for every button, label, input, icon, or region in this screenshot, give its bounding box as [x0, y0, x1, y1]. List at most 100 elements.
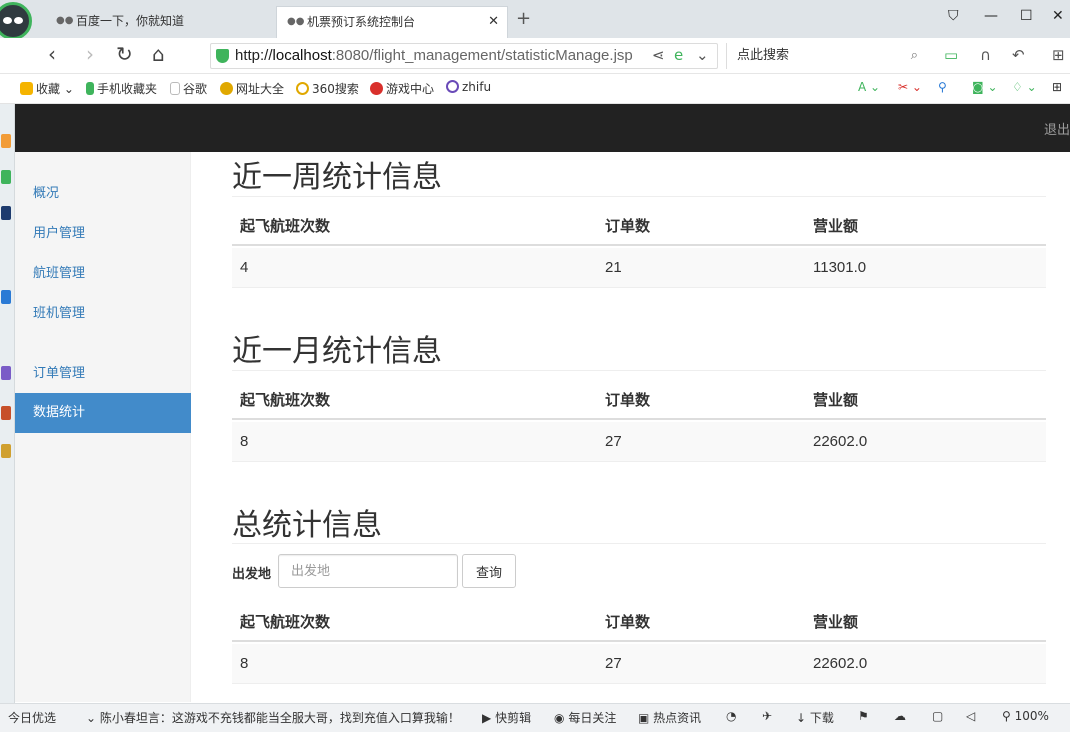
column-header: 营业额 — [813, 613, 859, 631]
menu-icon[interactable]: ⊞ — [1052, 46, 1065, 64]
status-speed-icon[interactable]: ◔ — [726, 709, 736, 723]
status-cloud-icon[interactable]: ☁ — [894, 709, 906, 723]
status-window-icon[interactable]: ▢ — [932, 709, 943, 723]
status-flag-icon[interactable]: ⚑ — [858, 709, 869, 723]
play-circle-icon: ◉ — [554, 711, 565, 725]
column-header: 起飞航班次数 — [240, 217, 331, 235]
bookmark-game-center[interactable]: 游戏中心 — [370, 80, 434, 97]
undo-icon[interactable]: ↶ — [1012, 46, 1025, 64]
sidebar-item-flights[interactable]: 航班管理 — [15, 254, 191, 294]
shirt-icon[interactable]: ⛉ — [948, 8, 959, 24]
side-app-icon[interactable] — [1, 170, 11, 184]
new-tab-icon[interactable]: + — [516, 8, 531, 29]
news-icon: ▣ — [638, 711, 650, 725]
sidebar-item-overview[interactable]: 概况 — [15, 174, 191, 214]
app-sidebar: 概况 用户管理 航班管理 班机管理 订单管理 数据统计 — [15, 152, 191, 702]
sidebar-item-aircraft[interactable]: 班机管理 — [15, 294, 191, 334]
side-app-icon[interactable] — [1, 290, 11, 304]
departure-input[interactable] — [278, 554, 458, 588]
chevron-down-icon[interactable]: ⌄ — [696, 46, 709, 64]
status-hot-news[interactable]: ▣ 热点资讯 — [638, 709, 701, 726]
home-icon[interactable]: ⌂ — [152, 42, 165, 66]
scissors-icon[interactable]: ✂ ⌄ — [898, 80, 922, 94]
game-icon — [370, 82, 383, 95]
order-count: 27 — [605, 655, 622, 672]
browser-logo-icon[interactable] — [0, 2, 32, 40]
tab-console[interactable]: ●● 机票预订系统控制台 ✕ — [276, 6, 508, 38]
star-icon — [20, 82, 33, 95]
forward-icon[interactable]: › — [86, 42, 94, 66]
query-button[interactable]: 查询 — [462, 554, 516, 588]
logout-link[interactable]: 退出 — [1044, 119, 1070, 138]
status-daily-picks[interactable]: 今日优选 — [8, 709, 56, 726]
zhifu-icon — [446, 80, 459, 93]
bookmark-favorites[interactable]: 收藏 ⌄ — [20, 80, 74, 97]
extension-a-icon[interactable]: A ⌄ — [858, 80, 880, 94]
close-tab-icon[interactable]: ✕ — [488, 7, 499, 37]
flight-count: 8 — [240, 433, 249, 450]
headphones-icon[interactable]: ∩ — [980, 46, 991, 64]
battery-icon[interactable]: ▭ — [944, 46, 958, 64]
revenue: 11301.0 — [813, 259, 867, 276]
share-icon[interactable]: ⋖ — [652, 46, 665, 64]
status-download[interactable]: ↓ 下载 — [796, 709, 834, 726]
download-icon: ↓ — [796, 711, 807, 725]
address-bar: ‹ › ↻ ⌂ http://localhost:8080/flight_man… — [0, 38, 1070, 74]
maximize-icon[interactable]: ☐ — [1020, 8, 1033, 24]
url-prefix: http:// — [235, 47, 273, 64]
clip-icon: ▶ — [482, 711, 492, 725]
close-window-icon[interactable]: ✕ — [1052, 8, 1064, 24]
tab-label: 百度一下，你就知道 — [76, 14, 185, 28]
sidebar-item-users[interactable]: 用户管理 — [15, 214, 191, 254]
magnifier-icon[interactable]: ⚲ — [938, 80, 947, 94]
minimize-icon[interactable]: — — [984, 8, 998, 24]
refresh-icon[interactable]: ↻ — [116, 42, 133, 66]
wallet-icon[interactable]: ♢ ⌄ — [1012, 80, 1037, 94]
departure-label: 出发地 — [232, 567, 272, 582]
search-icon[interactable]: ⌕ — [911, 43, 918, 69]
gamepad-icon[interactable]: ◙ ⌄ — [972, 80, 998, 94]
url-input[interactable]: http://localhost:8080/flight_management/… — [210, 43, 718, 69]
app-header: 退出 — [15, 104, 1070, 152]
divider — [232, 543, 1046, 544]
bookmark-mobile[interactable]: 手机收藏夹 — [86, 80, 157, 97]
side-app-icon[interactable] — [1, 444, 11, 458]
table-row: 8 27 22602.0 — [232, 644, 1046, 684]
tab-favicon-icon: ●● — [287, 16, 305, 27]
order-count: 21 — [605, 259, 622, 276]
bookmark-360search[interactable]: 360搜索 — [296, 80, 359, 97]
status-news-ticker[interactable]: ⌄ 陈小春坦言：这游戏不充钱都能当全服大哥，找到充值入口算我输！ — [86, 709, 460, 726]
flight-count: 4 — [240, 259, 249, 276]
status-zoom[interactable]: ⚲ 100% — [1002, 709, 1049, 723]
search-input[interactable]: 点此搜索 ⌕ — [726, 43, 926, 69]
section-title-total: 总统计信息 — [232, 508, 382, 543]
back-icon[interactable]: ‹ — [48, 42, 56, 66]
bookmarks-bar: 收藏 ⌄ 手机收藏夹 谷歌 网址大全 360搜索 游戏中心 zhifu A ⌄ … — [0, 74, 1070, 104]
sidebar-item-statistics[interactable]: 数据统计 — [15, 393, 191, 433]
bookmark-zhifu[interactable]: zhifu — [446, 80, 491, 94]
browser-status-bar: 今日优选 ⌄ 陈小春坦言：这游戏不充钱都能当全服大哥，找到充值入口算我输！ ▶ … — [0, 703, 1070, 732]
tab-baidu[interactable]: ●● 百度一下，你就知道 — [56, 6, 274, 38]
section-title-month: 近一月统计信息 — [232, 334, 442, 369]
browser-side-strip — [0, 104, 15, 704]
status-quick-clip[interactable]: ▶ 快剪辑 — [482, 709, 531, 726]
side-app-icon[interactable] — [1, 206, 11, 220]
side-app-icon[interactable] — [1, 406, 11, 420]
side-app-icon[interactable] — [1, 134, 11, 148]
grid-icon[interactable]: ⊞ — [1052, 80, 1062, 94]
side-app-icon[interactable] — [1, 366, 11, 380]
table-header-row: 起飞航班次数 订单数 营业额 — [232, 602, 1046, 642]
table-header-row: 起飞航班次数 订单数 营业额 — [232, 206, 1046, 246]
status-volume-icon[interactable]: ◁ — [966, 709, 975, 723]
sidebar-item-orders[interactable]: 订单管理 — [15, 354, 191, 394]
page-icon — [170, 82, 180, 95]
status-daily-follow[interactable]: ◉ 每日关注 — [554, 709, 616, 726]
bookmark-google[interactable]: 谷歌 — [170, 80, 207, 97]
ie-mode-icon[interactable]: e — [674, 46, 683, 64]
section-title-week: 近一周统计信息 — [232, 160, 442, 195]
revenue: 22602.0 — [813, 433, 868, 450]
divider — [232, 370, 1046, 371]
bookmark-hao123[interactable]: 网址大全 — [220, 80, 284, 97]
status-pin-icon[interactable]: ✈ — [762, 709, 772, 723]
column-header: 订单数 — [605, 613, 651, 631]
